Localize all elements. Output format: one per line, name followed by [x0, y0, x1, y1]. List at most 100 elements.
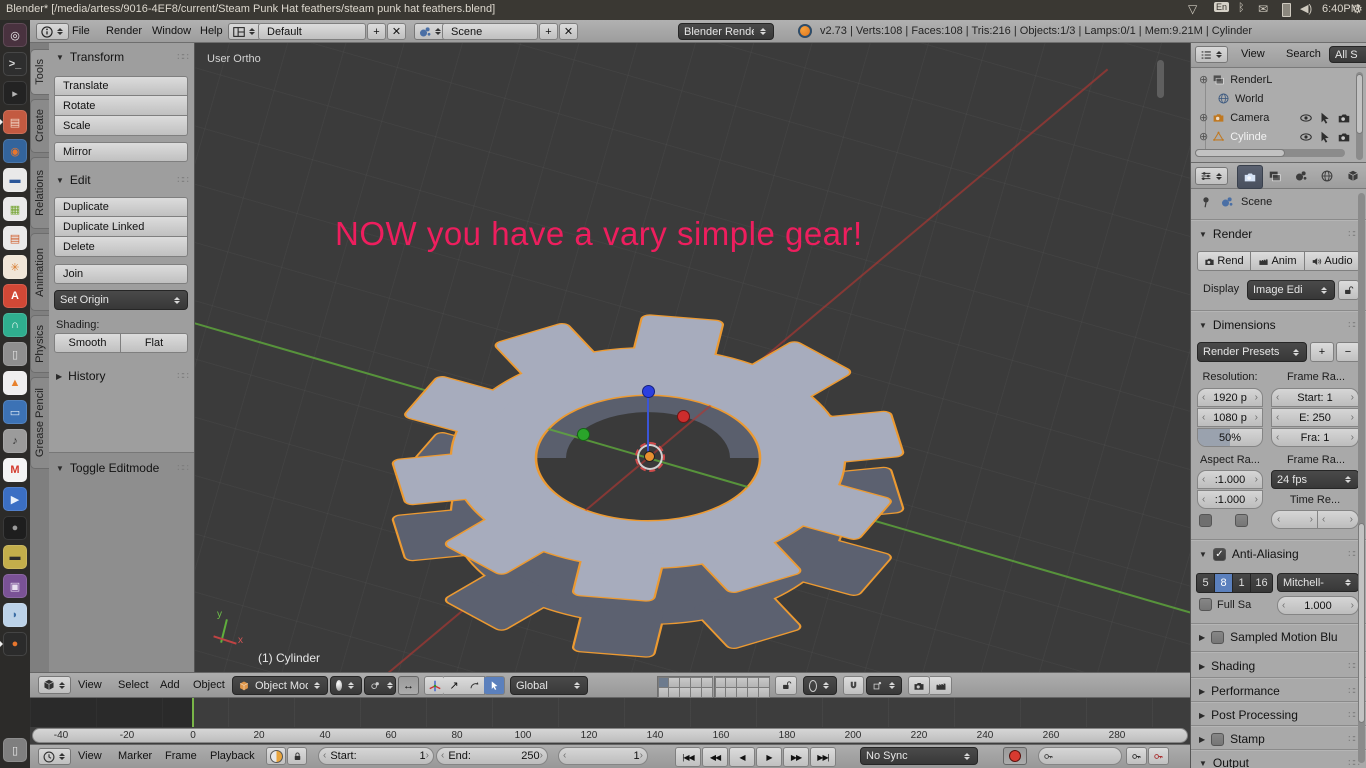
- close-layout-button[interactable]: ✕: [387, 23, 406, 40]
- launcher-icon-screenshot[interactable]: ▣: [3, 574, 27, 598]
- bluetooth-icon[interactable]: ᛒ: [1238, 2, 1245, 14]
- render-presets-select[interactable]: Render Presets: [1197, 342, 1307, 362]
- pin-icon[interactable]: [1199, 195, 1213, 209]
- breadcrumb-scene-label[interactable]: Scene: [1241, 196, 1272, 208]
- editor-type-button-timeline[interactable]: [38, 748, 71, 765]
- tab-scene[interactable]: [1289, 165, 1313, 187]
- panel-header-output[interactable]: ▼ Output ∷∷: [1199, 756, 1359, 768]
- battery-icon[interactable]: [1282, 3, 1291, 17]
- proportional-edit-select[interactable]: [803, 676, 837, 695]
- outliner-item-camera[interactable]: ⊕ Camera: [1191, 108, 1366, 127]
- tab-relations[interactable]: Relations: [30, 157, 49, 229]
- timeline-scrollbar-ruler[interactable]: -40 -20 0 20 40 60 80 100 120 140 160 18…: [32, 728, 1188, 743]
- full-sample-checkbox[interactable]: [1199, 598, 1212, 611]
- menu-playback[interactable]: Playback: [210, 750, 255, 762]
- render-still-button[interactable]: Rend: [1197, 251, 1251, 271]
- frame-end-field-props[interactable]: ‹E: 250›: [1271, 408, 1359, 427]
- frame-start-field[interactable]: ‹Start: 1›: [318, 747, 434, 765]
- panel-grip[interactable]: ∷∷: [177, 175, 188, 186]
- menu-window[interactable]: Window: [152, 25, 191, 37]
- translate-button[interactable]: Translate: [54, 76, 188, 96]
- antialiasing-checkbox[interactable]: ✓: [1213, 548, 1226, 561]
- viewport-shading-select[interactable]: [330, 676, 362, 695]
- prev-keyframe-button[interactable]: ◀◀: [702, 747, 728, 767]
- gear-mesh[interactable]: [195, 43, 1190, 672]
- tab-physics[interactable]: Physics: [30, 315, 49, 373]
- translate-manipulator-button[interactable]: ↗: [444, 676, 465, 695]
- snap-toggle-button[interactable]: [843, 676, 864, 695]
- render-engine-select[interactable]: Blender Render: [678, 23, 774, 40]
- tab-render-layers[interactable]: [1263, 165, 1287, 187]
- menu-add[interactable]: Add: [160, 679, 180, 691]
- jump-to-end-button[interactable]: ▶▶|: [810, 747, 836, 767]
- next-keyframe-button[interactable]: ▶▶: [783, 747, 809, 767]
- snap-element-select[interactable]: [866, 676, 902, 695]
- motion-blur-checkbox[interactable]: [1211, 631, 1224, 644]
- network-icon[interactable]: ▽: [1188, 2, 1197, 16]
- manipulate-center-points-button[interactable]: ↔: [398, 676, 419, 695]
- scale-manipulator-button[interactable]: [484, 676, 505, 695]
- aa-filter-select[interactable]: Mitchell-: [1277, 573, 1359, 592]
- renderable-camera-icon[interactable]: [1337, 111, 1351, 125]
- hscrollbar-thumb[interactable]: [1195, 149, 1285, 157]
- renderable-camera-icon[interactable]: [1337, 130, 1351, 144]
- frame-step-field[interactable]: ‹Fra: 1›: [1271, 428, 1359, 447]
- launcher-icon-writer[interactable]: ▬: [3, 168, 27, 192]
- outliner-item-world[interactable]: World: [1191, 89, 1366, 108]
- aa-samples-1[interactable]: 1: [1232, 573, 1251, 593]
- panel-header-history[interactable]: ▶ History ∷∷: [56, 369, 188, 383]
- launcher-icon-video[interactable]: ▭: [3, 400, 27, 424]
- panel-header-shading[interactable]: ▶ Shading ∷∷: [1199, 659, 1359, 673]
- panel-header-transform[interactable]: ▼ Transform ∷∷: [56, 50, 188, 64]
- timeline-canvas[interactable]: [30, 698, 1190, 727]
- transform-orientation-select[interactable]: Global: [510, 676, 588, 695]
- playhead[interactable]: [192, 698, 194, 727]
- sync-mode-select[interactable]: No Sync: [860, 747, 978, 765]
- launcher-icon-archive[interactable]: ▯: [3, 342, 27, 366]
- menu-object[interactable]: Object: [193, 679, 225, 691]
- add-preset-button[interactable]: +: [1310, 342, 1334, 362]
- launcher-icon-dash-home[interactable]: ◎: [3, 23, 27, 47]
- play-reverse-button[interactable]: ◀: [729, 747, 755, 767]
- time-remap-steppers[interactable]: ‹› ‹›: [1271, 510, 1359, 529]
- outliner-item-cylinder[interactable]: ⊕ Cylinde: [1191, 127, 1366, 146]
- frame-start-field-props[interactable]: ‹Start: 1›: [1271, 388, 1359, 407]
- manipulator-z-handle[interactable]: [642, 385, 655, 398]
- launcher-icon-pigeon[interactable]: ◗: [3, 603, 27, 627]
- layers-grid-1[interactable]: [657, 676, 713, 698]
- menu-render[interactable]: Render: [106, 25, 142, 37]
- panel-header-stamp[interactable]: ▶ Stamp ∷∷: [1199, 732, 1359, 746]
- launcher-icon-amazon[interactable]: A: [3, 284, 27, 308]
- opengl-render-button[interactable]: [908, 676, 930, 695]
- visibility-eye-icon[interactable]: [1299, 130, 1313, 144]
- launcher-icon-music[interactable]: ∩: [3, 313, 27, 337]
- menu-marker[interactable]: Marker: [118, 750, 152, 762]
- join-button[interactable]: Join: [54, 264, 188, 284]
- panel-header-edit[interactable]: ▼ Edit ∷∷: [56, 173, 188, 187]
- insert-keyframe-button[interactable]: [1126, 747, 1147, 765]
- launcher-icon-software-center[interactable]: ✳: [3, 255, 27, 279]
- viewport-scroll-nub[interactable]: [1157, 60, 1164, 98]
- tab-create[interactable]: Create: [30, 99, 49, 153]
- tab-render-properties[interactable]: [1237, 165, 1263, 189]
- border-checkbox[interactable]: [1199, 514, 1212, 527]
- manipulator-y-handle[interactable]: [577, 428, 590, 441]
- panel-header-performance[interactable]: ▶ Performance ∷∷: [1199, 684, 1359, 698]
- menu-view-outliner[interactable]: View: [1241, 48, 1265, 60]
- render-animation-button[interactable]: Anim: [1251, 251, 1305, 271]
- aspect-x-field[interactable]: ‹:1.000›: [1197, 470, 1263, 489]
- keyboard-layout-indicator[interactable]: En: [1214, 2, 1229, 12]
- aspect-y-field[interactable]: ‹:1.000›: [1197, 490, 1263, 509]
- menu-help[interactable]: Help: [200, 25, 223, 37]
- duplicate-linked-button[interactable]: Duplicate Linked: [54, 217, 188, 237]
- display-lock-button[interactable]: [1338, 280, 1359, 300]
- launcher-icon-webcam[interactable]: ●: [3, 516, 27, 540]
- display-mode-select[interactable]: Image Edi: [1247, 280, 1335, 300]
- launcher-icon-media-dark[interactable]: ▸: [3, 81, 27, 105]
- frame-end-field[interactable]: ‹End: 250›: [436, 747, 548, 765]
- time-toggle-button[interactable]: [266, 747, 286, 765]
- screen-layout-field[interactable]: Default: [258, 23, 366, 40]
- launcher-icon-firefox[interactable]: ◉: [3, 139, 27, 163]
- launcher-icon-terminal[interactable]: >_: [3, 52, 27, 76]
- launcher-icon-trash[interactable]: ▯: [3, 738, 27, 762]
